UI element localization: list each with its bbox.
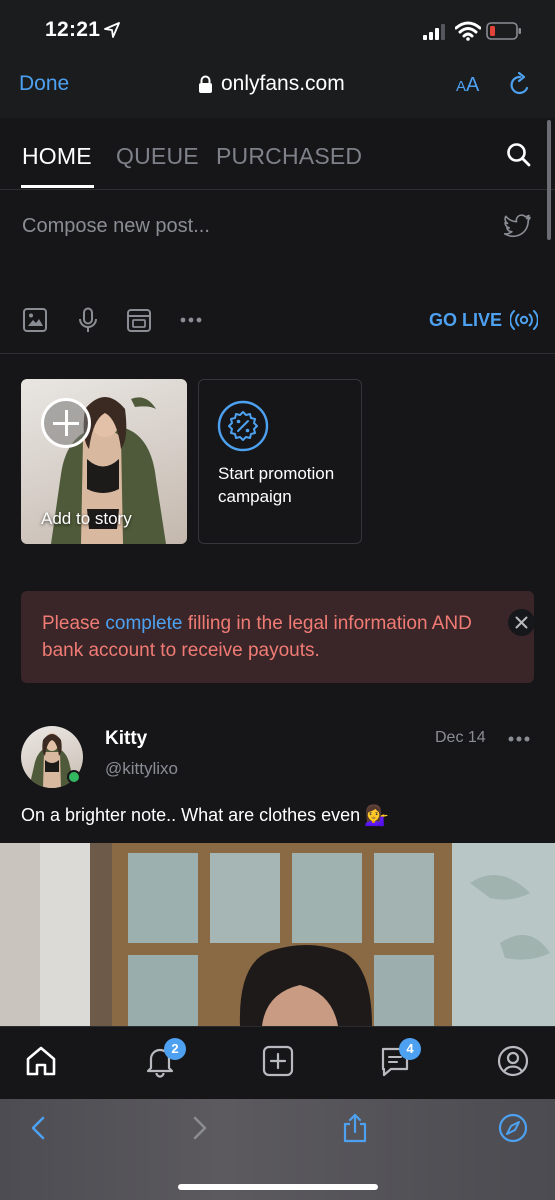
post-caption-emoji: 💁‍♀️ <box>364 805 390 827</box>
active-tab-indicator <box>21 185 94 188</box>
tab-home[interactable]: HOME <box>22 143 92 170</box>
add-story-plus-icon[interactable] <box>41 398 91 448</box>
payout-warning-alert: Please complete filling in the legal inf… <box>21 591 535 683</box>
go-live-button[interactable]: GO LIVE <box>429 309 539 331</box>
promotion-badge-icon <box>217 400 269 452</box>
forward-icon[interactable] <box>184 1113 214 1143</box>
add-to-story-card[interactable]: Add to story <box>21 379 187 544</box>
promotion-campaign-card[interactable]: Start promotion campaign <box>198 379 362 544</box>
post-caption: On a brighter note.. What are clothes ev… <box>21 803 389 828</box>
browser-top-bar: Done onlyfans.com AA <box>0 58 555 118</box>
post-photo <box>0 843 555 1026</box>
compose-input[interactable]: Compose new post... <box>22 215 210 238</box>
reload-icon[interactable] <box>508 72 532 98</box>
feed-tabs: HOME QUEUE PURCHASED <box>0 118 555 190</box>
bottom-navigation: 2 4 <box>0 1026 555 1099</box>
battery-icon <box>486 22 521 40</box>
done-button[interactable]: Done <box>19 72 69 96</box>
back-icon[interactable] <box>24 1113 54 1143</box>
tab-purchased[interactable]: PURCHASED <box>216 143 362 170</box>
search-icon[interactable] <box>506 142 531 167</box>
close-icon[interactable] <box>508 609 535 636</box>
complete-link[interactable]: complete <box>105 613 182 634</box>
share-icon[interactable] <box>340 1113 370 1143</box>
home-icon[interactable] <box>24 1044 58 1078</box>
go-live-label: GO LIVE <box>429 309 503 330</box>
more-options-icon[interactable] <box>178 307 204 333</box>
location-arrow-icon <box>104 22 120 38</box>
online-status-dot <box>67 770 81 784</box>
cellular-signal-icon <box>423 24 445 40</box>
home-indicator[interactable] <box>178 1184 378 1190</box>
post-more-icon[interactable] <box>508 736 530 742</box>
post-date: Dec 14 <box>435 729 486 746</box>
add-to-story-label: Add to story <box>41 509 132 528</box>
microphone-icon[interactable] <box>75 307 101 333</box>
tab-queue[interactable]: QUEUE <box>116 143 199 170</box>
status-bar: 12:21 <box>0 0 555 58</box>
url-text: onlyfans.com <box>221 72 345 95</box>
alert-message: Please complete filling in the legal inf… <box>42 613 472 661</box>
post-author-handle[interactable]: @kittylixo <box>105 759 178 779</box>
text-size-button[interactable]: AA <box>456 74 479 97</box>
url-bar[interactable]: onlyfans.com <box>198 72 345 96</box>
calendar-icon[interactable] <box>126 307 152 333</box>
new-post-plus-icon[interactable] <box>261 1044 295 1078</box>
profile-icon[interactable] <box>496 1044 530 1078</box>
status-time: 12:21 <box>45 18 101 41</box>
messages-badge: 4 <box>399 1038 421 1060</box>
compass-icon[interactable] <box>498 1113 528 1143</box>
compose-box: Compose new post... GO LIVE <box>0 192 555 354</box>
post-image[interactable] <box>0 843 555 1026</box>
post-caption-text: On a brighter note.. What are clothes ev… <box>21 805 361 825</box>
broadcast-icon <box>510 310 539 330</box>
image-icon[interactable] <box>22 307 48 333</box>
twitter-icon[interactable] <box>504 214 532 238</box>
wifi-icon <box>455 21 481 41</box>
notifications-badge: 2 <box>164 1038 186 1060</box>
lock-icon <box>199 75 212 93</box>
post-author-name[interactable]: Kitty <box>105 728 147 750</box>
promotion-campaign-label: Start promotion campaign <box>218 464 335 506</box>
